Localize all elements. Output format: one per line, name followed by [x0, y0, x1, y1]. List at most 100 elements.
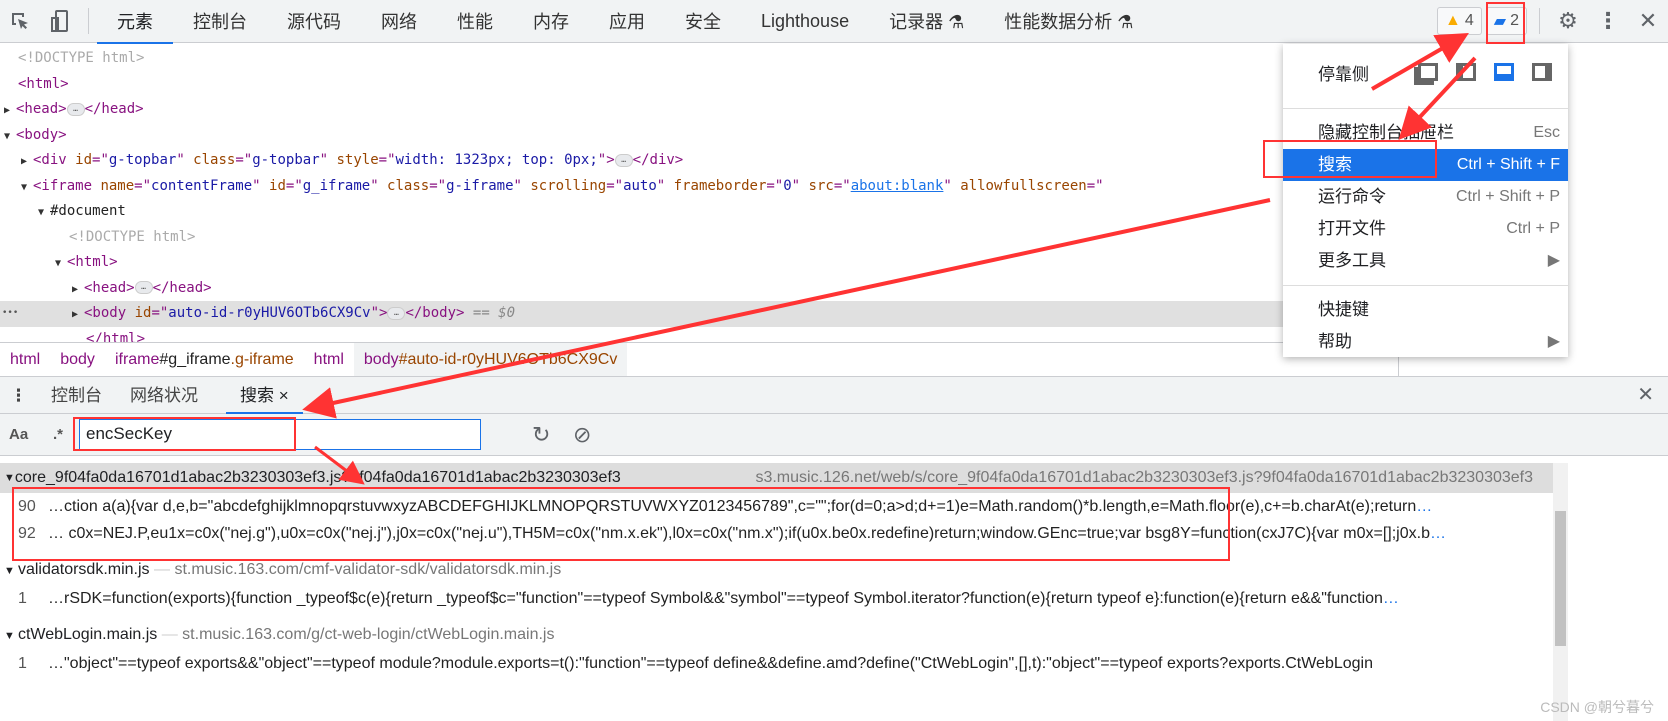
result-file-group: ▼ core_9f04fa0da16701d1abac2b3230303ef3.…	[0, 463, 1553, 547]
search-match-row[interactable]: 90 …ction a(a){var d,e,b="abcdefghijklmno…	[0, 493, 1553, 520]
menu-item[interactable]: 运行命令 Ctrl + Shift + P	[1283, 181, 1568, 213]
results-scrollbar[interactable]	[1553, 463, 1568, 721]
breadcrumb-item[interactable]: html	[304, 343, 354, 377]
dom-node[interactable]: ▼ <body>	[0, 123, 1398, 149]
expand-ellipsis-button[interactable]: …	[66, 102, 85, 116]
close-tab-icon[interactable]: ×	[279, 386, 289, 405]
selected-dots-icon: •••	[2, 308, 19, 318]
dom-node[interactable]: ▶ <head>… </head>	[0, 97, 1398, 123]
expand-ellipsis-button[interactable]: …	[387, 306, 406, 320]
collapse-arrow-icon[interactable]: ▼	[4, 463, 15, 493]
expand-ellipsis-button[interactable]: …	[134, 281, 153, 294]
warnings-badge[interactable]: ▲ 4	[1437, 7, 1482, 35]
breadcrumb-item[interactable]: iframe#g_iframe.g-iframe	[105, 343, 304, 377]
dom-node[interactable]: <!DOCTYPE html>	[0, 225, 1398, 251]
dom-node[interactable]: ▶ <head>… </head>	[0, 276, 1398, 302]
messages-badge[interactable]: ▰ 2	[1485, 7, 1527, 35]
expand-arrow-icon[interactable]: ▶	[72, 277, 84, 303]
tab-network-conditions[interactable]: 网络状况	[116, 377, 212, 414]
menu-item[interactable]: 搜索 Ctrl + Shift + F	[1283, 149, 1568, 181]
dock-bottom-icon[interactable]	[1494, 63, 1514, 81]
tab-7[interactable]: 安全	[665, 0, 741, 43]
tab-console[interactable]: 控制台	[37, 377, 116, 414]
breadcrumb-item[interactable]: body#auto-id-r0yHUV6OTb6CX9Cv	[353, 342, 628, 377]
menu-item-shortcut: Ctrl + P	[1506, 220, 1560, 237]
collapse-arrow-icon[interactable]: ▼	[4, 124, 16, 150]
dom-token: #document	[50, 203, 126, 219]
search-match-row[interactable]: 1 …rSDK=function(exports){function _typeo…	[0, 585, 1553, 612]
menu-item-shortcut: Esc	[1533, 124, 1560, 141]
scrollbar-thumb[interactable]	[1555, 511, 1566, 646]
menu-item[interactable]: 隐藏控制台抽屉栏 Esc	[1283, 117, 1568, 149]
dom-token: ">	[370, 305, 388, 321]
more-options-icon[interactable]: ⋮	[1588, 0, 1628, 43]
dom-node[interactable]: ▼ <iframe name="contentFrame" id="g_ifram…	[0, 174, 1398, 200]
refresh-icon[interactable]: ↻	[532, 422, 550, 448]
expand-arrow-icon[interactable]: ▶	[4, 98, 16, 124]
result-file-header[interactable]: ▼ core_9f04fa0da16701d1abac2b3230303ef3.…	[0, 463, 1553, 493]
dom-token: ="	[378, 152, 396, 168]
inspect-element-icon[interactable]	[0, 0, 40, 43]
search-match-row[interactable]: 92 … c0x=NEJ.P,eu1x=c0x("nej.g"),u0x=c0x(…	[0, 520, 1553, 547]
collapse-arrow-icon[interactable]: ▼	[38, 200, 50, 226]
result-file-header[interactable]: ▼ validatorsdk.min.js — st.music.163.com…	[0, 555, 1553, 585]
close-icon[interactable]: ✕	[1628, 0, 1668, 43]
tab-search[interactable]: 搜索 ×	[226, 377, 303, 414]
search-match-row[interactable]: 1 …"object"==typeof exports&&"object"==ty…	[0, 650, 1553, 677]
tab-3[interactable]: 网络	[361, 0, 437, 43]
menu-item[interactable]: 打开文件 Ctrl + P	[1283, 213, 1568, 245]
dom-node[interactable]: ▼ #document	[0, 199, 1398, 225]
dom-node[interactable]: ▶ <div id="g-topbar" class="g-topbar" sty…	[0, 148, 1398, 174]
divider	[1539, 8, 1540, 34]
dom-token: == $0	[464, 305, 516, 321]
menu-item[interactable]: 快捷键	[1283, 294, 1568, 326]
expand-arrow-icon[interactable]: ▶	[72, 302, 84, 328]
tab-4[interactable]: 性能	[437, 0, 513, 43]
tab-9[interactable]: 记录器 ⚗	[869, 0, 984, 43]
show-more-link[interactable]: …	[1383, 590, 1399, 607]
warning-icon: ▲	[1445, 12, 1461, 29]
tab-10[interactable]: 性能数据分析 ⚗	[984, 0, 1153, 43]
search-input[interactable]: encSecKey	[79, 419, 481, 450]
undock-icon[interactable]	[1418, 63, 1438, 81]
match-case-toggle[interactable]: Aa	[9, 426, 28, 443]
line-number: 1	[18, 590, 27, 607]
separator: —	[149, 561, 175, 578]
drawer-menu-icon[interactable]: ⋮	[0, 377, 37, 414]
clear-icon[interactable]: ⊘	[573, 422, 591, 448]
dom-node[interactable]: <!DOCTYPE html>	[0, 46, 1398, 72]
menu-item[interactable]: 更多工具 ▶	[1283, 245, 1568, 277]
breadcrumb-item[interactable]: body	[50, 343, 105, 377]
collapse-arrow-icon[interactable]: ▼	[55, 251, 67, 277]
dom-token: ="	[235, 152, 253, 168]
tab-1[interactable]: 控制台	[173, 0, 267, 43]
result-file-header[interactable]: ▼ ctWebLogin.main.js — st.music.163.com/…	[0, 620, 1553, 650]
result-file-name: core_9f04fa0da16701d1abac2b3230303ef3.js…	[14, 469, 621, 486]
dom-node[interactable]: ••• ▶ <body id="auto-id-r0yHUV6OTb6CX9Cv">…	[0, 301, 1398, 327]
tab-0[interactable]: 元素	[97, 0, 173, 44]
tab-2[interactable]: 源代码	[267, 0, 361, 43]
show-more-link[interactable]: …	[1416, 498, 1432, 515]
gear-icon[interactable]: ⚙	[1548, 0, 1588, 43]
collapse-arrow-icon[interactable]: ▼	[21, 175, 33, 201]
dom-token[interactable]: about:blank	[851, 178, 944, 194]
device-toolbar-icon[interactable]	[40, 0, 80, 43]
dock-right-icon[interactable]	[1532, 63, 1552, 81]
show-more-link[interactable]: …	[1430, 525, 1446, 542]
expand-ellipsis-button[interactable]: …	[614, 153, 633, 167]
tab-6[interactable]: 应用	[589, 0, 665, 43]
dom-node[interactable]: ▼ <html>	[0, 250, 1398, 276]
dom-token: id	[134, 305, 152, 321]
dom-node[interactable]: </html>	[0, 327, 1398, 343]
regex-toggle[interactable]: .*	[53, 426, 63, 443]
tab-8[interactable]: Lighthouse	[741, 0, 869, 43]
tab-5[interactable]: 内存	[513, 0, 589, 43]
expand-arrow-icon[interactable]: ▶	[21, 149, 33, 175]
breadcrumb-item[interactable]: html	[0, 343, 50, 377]
collapse-arrow-icon[interactable]: ▼	[4, 630, 18, 642]
dom-node[interactable]: <html>	[0, 72, 1398, 98]
dock-left-icon[interactable]	[1456, 63, 1476, 81]
close-drawer-icon[interactable]: ✕	[1623, 377, 1668, 414]
collapse-arrow-icon[interactable]: ▼	[4, 565, 18, 577]
menu-item[interactable]: 帮助 ▶	[1283, 326, 1568, 358]
